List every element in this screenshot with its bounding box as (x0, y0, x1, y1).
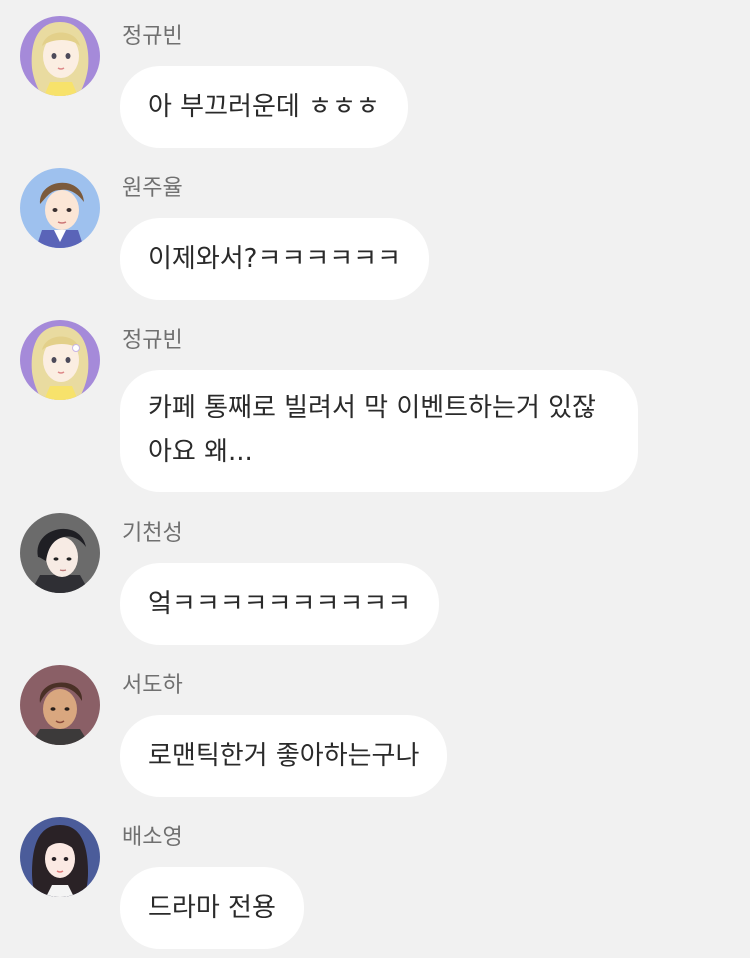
sender-name: 기천성 (122, 521, 183, 546)
sender-name: 원주율 (122, 176, 183, 201)
message-bubble[interactable]: 카페 통째로 빌려서 막 이벤트하는거 있잖 아요 왜... (120, 370, 638, 492)
message-bubble[interactable]: 엌ㅋㅋㅋㅋㅋㅋㅋㅋㅋㅋ (120, 563, 440, 645)
sender-name: 정규빈 (122, 24, 183, 49)
sender-name: 정규빈 (122, 328, 183, 353)
sender-name: 배소영 (122, 825, 183, 850)
message-line: 카페 통째로 빌려서 막 이벤트하는거 있잖 (148, 393, 596, 423)
chat-thread[interactable]: 정규빈 아 부끄러운데 ㅎㅎㅎ 원주율 이제와서?ㅋㅋㅋㅋㅋㅋ 정규빈 카페 통… (0, 0, 750, 958)
message-bubble[interactable]: 이제와서?ㅋㅋㅋㅋㅋㅋ (120, 218, 430, 300)
brown-hair-boy-avatar-icon[interactable] (20, 168, 100, 248)
sender-name: 서도하 (122, 673, 183, 698)
blonde-girl-avatar-icon[interactable] (20, 16, 100, 96)
dark-hair-girl-avatar-icon[interactable] (20, 817, 100, 897)
message-bubble[interactable]: 드라마 전용 (120, 867, 304, 949)
tan-boy-avatar-icon[interactable] (20, 665, 100, 745)
message-bubble[interactable]: 로맨틱한거 좋아하는구나 (120, 715, 448, 797)
message-bubble[interactable]: 아 부끄러운데 ㅎㅎㅎ (120, 66, 408, 148)
blonde-girl-avatar-icon[interactable] (20, 320, 100, 400)
message-line: 아요 왜... (148, 437, 253, 467)
black-hair-boy-avatar-icon[interactable] (20, 513, 100, 593)
